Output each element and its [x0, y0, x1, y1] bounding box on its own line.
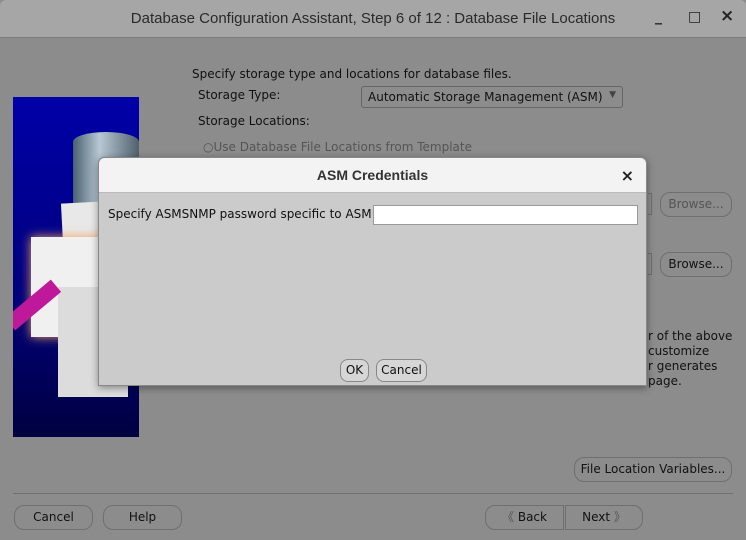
next-button[interactable]: Next 》	[565, 505, 643, 530]
radio-icon: ○	[203, 140, 214, 154]
field-edge	[648, 253, 652, 275]
description-line: r generates	[648, 359, 718, 373]
ok-button[interactable]: OK	[340, 359, 369, 382]
maximize-button[interactable]: □	[688, 9, 701, 25]
radio-template[interactable]: ○Use Database File Locations from Templa…	[203, 140, 472, 154]
storage-type-select[interactable]: Automatic Storage Management (ASM) ▼	[361, 86, 623, 108]
password-input[interactable]	[373, 205, 638, 225]
description-line: customize	[648, 344, 710, 358]
description-line: page.	[648, 374, 682, 388]
title-bar: Database Configuration Assistant, Step 6…	[0, 0, 746, 38]
storage-type-label: Storage Type:	[198, 88, 281, 102]
window-title: Database Configuration Assistant, Step 6…	[130, 10, 616, 27]
browse-button-2[interactable]: Browse...	[660, 252, 732, 277]
dialog-close-button[interactable]: ×	[621, 166, 634, 185]
file-location-variables-button[interactable]: File Location Variables...	[574, 457, 732, 482]
back-button[interactable]: 《 Back	[485, 505, 564, 530]
intro-text: Specify storage type and locations for d…	[192, 67, 512, 81]
storage-type-value: Automatic Storage Management (ASM)	[368, 90, 603, 104]
field-edge	[648, 193, 652, 215]
storage-locations-label: Storage Locations:	[198, 114, 310, 128]
cancel-button[interactable]: Cancel	[14, 505, 93, 530]
asm-credentials-dialog: ASM Credentials × Specify ASMSNMP passwo…	[98, 157, 647, 386]
help-button[interactable]: Help	[103, 505, 182, 530]
chevron-down-icon: ▼	[609, 90, 616, 100]
chevron-right-icon: 》	[613, 510, 626, 524]
chevron-left-icon: 《	[502, 510, 518, 524]
description-line: r of the above	[648, 329, 733, 343]
description-text: r of the above customize r generates pag…	[648, 329, 732, 389]
dialog-cancel-button[interactable]: Cancel	[376, 359, 427, 382]
dialog-title: ASM Credentials	[99, 158, 646, 193]
minimize-button[interactable]: _	[655, 9, 662, 25]
browse-button-1[interactable]: Browse...	[660, 192, 732, 217]
password-label: Specify ASMSNMP password specific to ASM…	[108, 207, 376, 221]
close-button[interactable]: ×	[720, 6, 734, 26]
footer-divider	[13, 493, 733, 494]
